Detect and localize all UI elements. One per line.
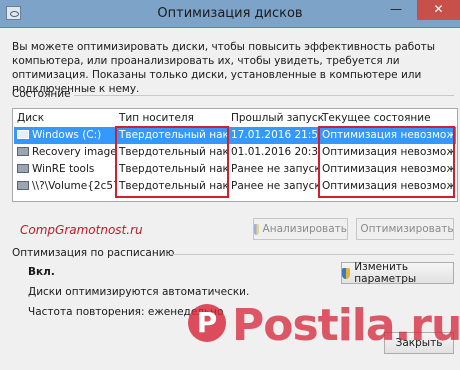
optimize-button-label: Оптимизировать bbox=[360, 223, 454, 235]
minimize-button[interactable]: — bbox=[383, 0, 409, 20]
state-highlight-box bbox=[318, 126, 455, 198]
drive-icon bbox=[17, 147, 29, 156]
column-header-disk[interactable]: Диск bbox=[17, 112, 44, 124]
schedule-separator bbox=[170, 254, 454, 255]
last-run: 17.01.2016 21:59 bbox=[231, 129, 319, 141]
disk-name: \\?\Volume{2c57... bbox=[32, 180, 116, 192]
disk-name: Windows (C:) bbox=[32, 129, 102, 141]
change-settings-button[interactable]: Изменить параметры bbox=[341, 261, 454, 285]
site-watermark: CompGramotnost.ru bbox=[20, 223, 143, 237]
disk-list[interactable]: Диск Тип носителя Прошлый запуск Текущее… bbox=[12, 108, 458, 202]
disk-name: WinRE tools bbox=[32, 163, 95, 175]
postila-logo-icon: P bbox=[188, 304, 226, 342]
last-run: 01.01.2016 20:37 bbox=[231, 146, 319, 158]
disk-name: Recovery image bbox=[32, 146, 116, 158]
schedule-section-label: Оптимизация по расписанию bbox=[12, 247, 175, 259]
column-header-current-state[interactable]: Текущее состояние bbox=[322, 112, 431, 124]
drive-icon bbox=[17, 164, 29, 173]
schedule-auto-text: Диски оптимизируются автоматически. bbox=[28, 286, 250, 298]
last-run: Ранее не запуск... bbox=[231, 163, 319, 175]
close-window-button[interactable]: ✕ bbox=[417, 0, 460, 20]
drive-icon bbox=[17, 181, 29, 190]
column-header-last-run[interactable]: Прошлый запуск bbox=[231, 112, 324, 124]
postila-watermark: Postila.ru bbox=[232, 300, 460, 351]
optimize-button[interactable]: Оптимизировать bbox=[356, 218, 454, 240]
analyze-button[interactable]: Анализировать bbox=[253, 218, 348, 240]
status-section-label: Состояние bbox=[12, 88, 71, 100]
analyze-button-label: Анализировать bbox=[262, 223, 347, 235]
title-bar: Оптимизация дисков — ✕ bbox=[0, 0, 460, 28]
status-separator bbox=[74, 95, 454, 96]
windows-drive-icon bbox=[17, 130, 29, 139]
media-type-highlight-box bbox=[115, 126, 229, 198]
change-settings-label: Изменить параметры bbox=[354, 261, 417, 285]
shield-icon bbox=[254, 223, 259, 235]
schedule-state: Вкл. bbox=[28, 266, 55, 278]
last-run: Ранее не запуск... bbox=[231, 180, 319, 192]
intro-text: Вы можете оптимизировать диски, чтобы по… bbox=[12, 41, 436, 95]
shield-icon bbox=[342, 267, 351, 279]
column-header-media-type[interactable]: Тип носителя bbox=[119, 112, 194, 124]
